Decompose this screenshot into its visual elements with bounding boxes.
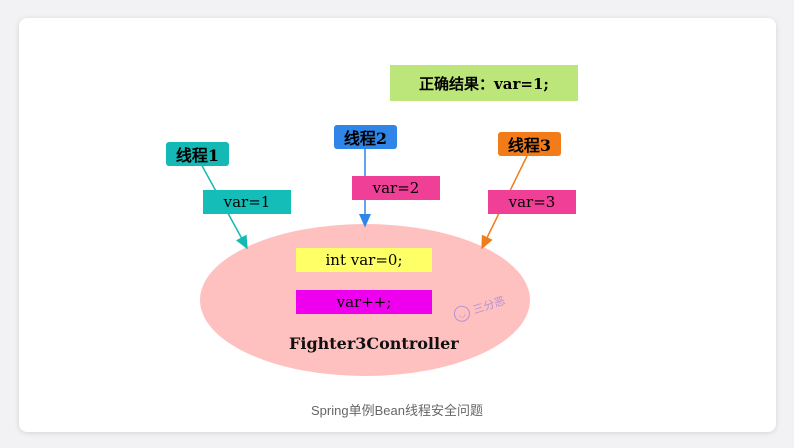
figure-caption: Spring单例Bean线程安全问题 [311,403,483,418]
thread2-var-box: var=2 [352,176,440,200]
controller-label: Fighter3Controller [289,334,459,353]
thread1-var-box: var=1 [203,190,291,214]
thread1-label: 线程1 [166,142,229,166]
thread3-label: 线程3 [498,132,561,156]
code-line-init: int var=0; [296,248,432,272]
thread3-var-box: var=3 [488,190,576,214]
code-line-increment: var++; [296,290,432,314]
thread2-label: 线程2 [334,125,397,149]
correct-result-box: 正确结果：var=1; [390,65,578,101]
